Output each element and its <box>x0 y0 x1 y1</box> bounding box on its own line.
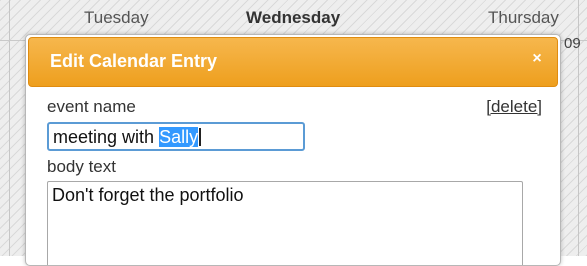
event-name-input[interactable]: meeting with Sally <box>47 122 305 151</box>
edit-calendar-entry-dialog: Edit Calendar Entry × event name [delete… <box>25 34 561 266</box>
dialog-title: Edit Calendar Entry <box>50 51 218 71</box>
event-name-text: meeting with <box>53 127 160 147</box>
dialog-titlebar[interactable]: Edit Calendar Entry × <box>28 37 558 87</box>
date-number: 09 <box>564 35 581 52</box>
close-icon[interactable]: × <box>529 51 545 67</box>
body-text-textarea[interactable]: Don't forget the portfolio <box>47 181 523 265</box>
day-header-wednesday[interactable]: Wednesday <box>246 8 340 28</box>
delete-link[interactable]: [delete] <box>486 97 542 117</box>
text-cursor-icon <box>199 128 202 146</box>
body-text-value: Don't forget the portfolio <box>52 185 244 205</box>
body-text-label: body text <box>47 157 116 176</box>
event-name-label: event name <box>47 97 136 116</box>
event-name-selected-text: Sally <box>159 127 199 147</box>
day-header-tuesday[interactable]: Tuesday <box>84 8 149 28</box>
day-header-thursday[interactable]: Thursday <box>488 8 559 28</box>
